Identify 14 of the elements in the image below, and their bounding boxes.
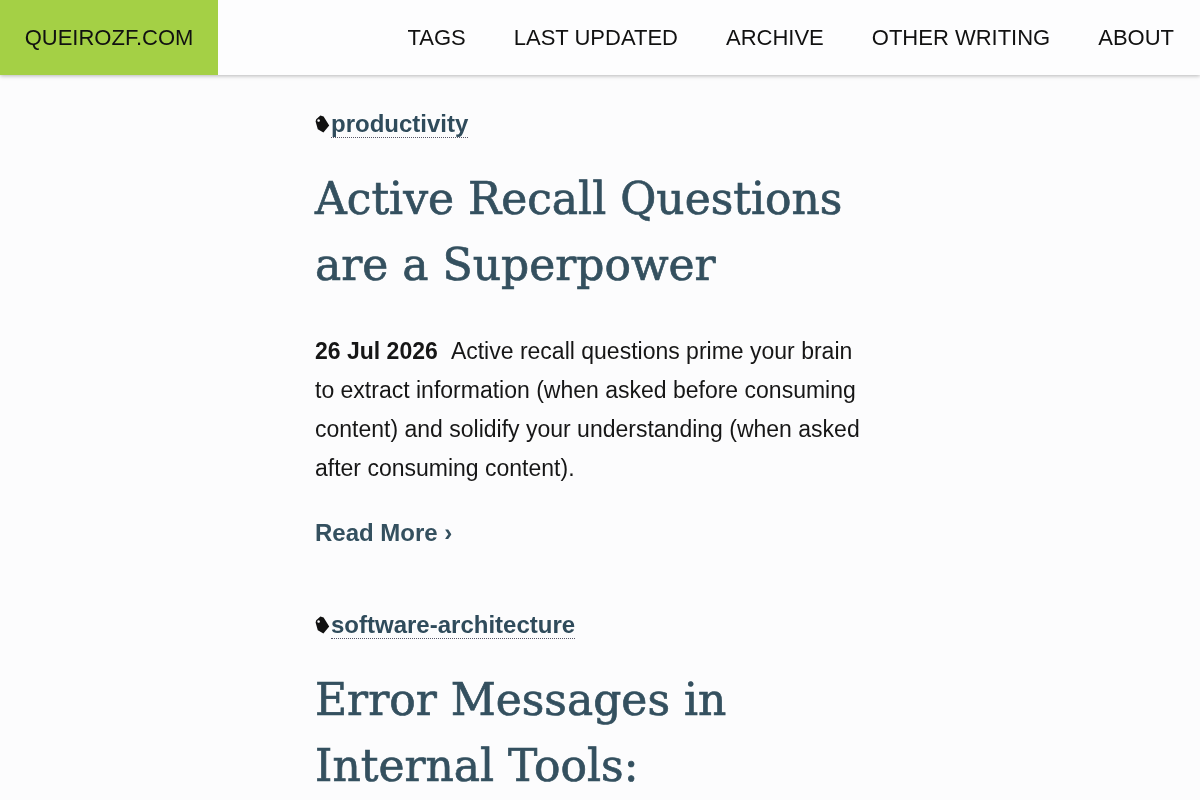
tag-link[interactable]: software-architecture [331, 611, 576, 639]
nav-link[interactable]: TAGS [407, 24, 466, 51]
site-logo-link[interactable]: QUEIROZF.COM [0, 0, 218, 75]
post-title-link[interactable]: Active Recall Questions are a Superpower [315, 166, 895, 298]
nav-link[interactable]: ABOUT [1098, 24, 1174, 51]
nav-link[interactable]: ARCHIVE [725, 24, 824, 51]
post-summary: 26 Jul 2026 Active recall questions prime your brain to extract information (when asked before consuming content) and solidify your understanding (when asked after consuming content). [315, 337, 861, 483]
nav-link[interactable]: LAST UPDATED [513, 24, 678, 51]
tag-icon [315, 115, 330, 133]
post-title-link[interactable]: Error Messages in Internal Tools: [315, 667, 895, 799]
tag-link[interactable]: productivity [331, 110, 469, 138]
nav-link[interactable]: OTHER WRITING [871, 24, 1051, 51]
tag-icon [315, 616, 330, 634]
read-more-link[interactable]: Read More › [315, 518, 453, 548]
